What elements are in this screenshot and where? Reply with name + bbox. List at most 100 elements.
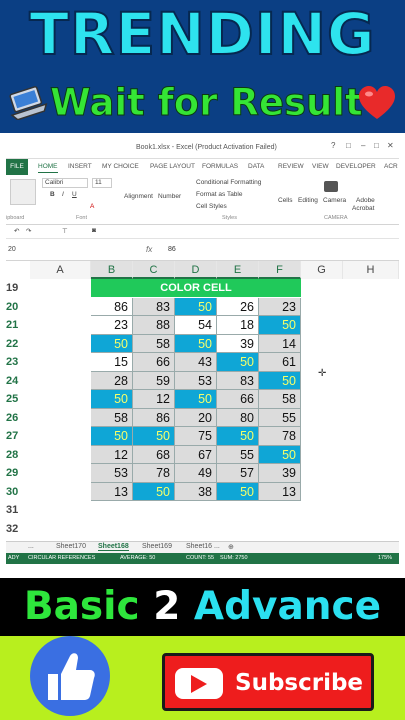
table-cell[interactable]: 83 — [217, 371, 259, 390]
table-cell[interactable]: 86 — [133, 408, 175, 427]
ribbon-options-button[interactable]: □ — [346, 141, 351, 150]
table-cell[interactable]: 13 — [91, 482, 133, 501]
table-cell[interactable]: 15 — [91, 353, 133, 372]
camera-icon[interactable] — [324, 181, 338, 192]
table-cell[interactable]: 80 — [217, 408, 259, 427]
sheet-tab-more[interactable]: ... — [28, 543, 34, 550]
table-cell[interactable]: 23 — [259, 297, 301, 316]
table-cell[interactable]: 50 — [91, 427, 133, 446]
row-header[interactable]: 29 — [6, 464, 30, 483]
table-cell[interactable]: 50 — [217, 482, 259, 501]
row-header[interactable]: 22 — [6, 335, 30, 354]
tab-home[interactable]: HOME — [38, 163, 58, 173]
acrobat-button[interactable]: Acrobat — [352, 205, 374, 212]
maximize-button[interactable]: □ — [374, 141, 379, 150]
row-header[interactable]: 26 — [6, 409, 30, 428]
row-header[interactable]: 27 — [6, 427, 30, 446]
add-sheet-button[interactable]: ⊕ — [228, 543, 234, 551]
table-cell[interactable]: 43 — [175, 353, 217, 372]
table-cell[interactable]: 50 — [91, 390, 133, 409]
camera-small-icon[interactable]: ◙ — [92, 227, 96, 234]
spreadsheet-grid[interactable]: A B C D E F G H 19 COLOR CELL 20 86 83 50 26 23 21 23 88 54… — [6, 261, 399, 553]
table-cell[interactable]: 55 — [259, 408, 301, 427]
bold-button[interactable]: B — [50, 191, 55, 198]
table-cell[interactable]: 53 — [91, 464, 133, 483]
table-cell[interactable]: 88 — [133, 316, 175, 335]
table-cell[interactable]: 39 — [217, 334, 259, 353]
table-cell[interactable]: 86 — [91, 297, 133, 316]
table-cell[interactable]: 26 — [217, 297, 259, 316]
tab-formulas[interactable]: FORMULAS — [202, 163, 238, 170]
tab-page-layout[interactable]: PAGE LAYOUT — [150, 163, 195, 170]
table-cell[interactable]: 59 — [133, 371, 175, 390]
format-as-table-button[interactable]: Format as Table — [196, 191, 242, 198]
tab-acrobat[interactable]: ACR — [384, 163, 398, 170]
table-cell[interactable]: 58 — [133, 334, 175, 353]
sheet-tab-168[interactable]: Sheet168 — [98, 543, 129, 551]
table-cell[interactable]: 50 — [259, 445, 301, 464]
font-size-select[interactable]: 11 — [92, 178, 112, 188]
table-cell[interactable]: 75 — [175, 427, 217, 446]
column-header-b[interactable]: B — [91, 261, 133, 279]
table-cell[interactable]: 83 — [133, 297, 175, 316]
subscribe-button[interactable]: Subscribe — [162, 653, 374, 711]
table-cell[interactable]: 50 — [133, 482, 175, 501]
table-cell[interactable]: 14 — [259, 334, 301, 353]
table-cell[interactable]: 50 — [259, 316, 301, 335]
table-cell[interactable]: 49 — [175, 464, 217, 483]
table-cell[interactable]: 13 — [259, 482, 301, 501]
filter-icon[interactable]: ⊤ — [62, 227, 68, 235]
table-cell[interactable]: 50 — [175, 297, 217, 316]
column-header-a[interactable]: A — [30, 261, 91, 279]
like-button[interactable] — [30, 636, 110, 716]
column-header-d[interactable]: D — [175, 261, 217, 279]
table-cell[interactable]: 50 — [133, 427, 175, 446]
row-header[interactable]: 28 — [6, 446, 30, 465]
table-cell[interactable]: 20 — [175, 408, 217, 427]
table-cell[interactable]: 57 — [217, 464, 259, 483]
alignment-group-button[interactable]: Alignment — [124, 193, 153, 200]
redo-icon[interactable]: ↷ — [26, 227, 31, 235]
table-cell[interactable]: 78 — [259, 427, 301, 446]
column-header-e[interactable]: E — [217, 261, 259, 279]
row-header[interactable]: 19 — [6, 279, 30, 298]
table-cell[interactable]: 67 — [175, 445, 217, 464]
table-cell[interactable]: 39 — [259, 464, 301, 483]
table-cell[interactable]: 50 — [91, 334, 133, 353]
table-cell[interactable]: 50 — [217, 353, 259, 372]
cells-button[interactable]: Cells — [278, 197, 292, 204]
table-cell[interactable]: 66 — [133, 353, 175, 372]
table-cell[interactable]: 12 — [91, 445, 133, 464]
table-cell[interactable]: 66 — [217, 390, 259, 409]
column-header-g[interactable]: G — [301, 261, 343, 279]
sheet-tab-170[interactable]: Sheet170 — [56, 543, 86, 550]
tab-file[interactable]: FILE — [6, 159, 28, 175]
table-cell[interactable]: 50 — [175, 390, 217, 409]
table-cell[interactable]: 61 — [259, 353, 301, 372]
conditional-formatting-button[interactable]: Conditional Formatting — [196, 179, 261, 186]
font-name-select[interactable]: Calibri — [42, 178, 88, 188]
paste-icon[interactable] — [10, 179, 36, 205]
status-circular-references[interactable]: CIRCULAR REFERENCES — [28, 555, 95, 561]
undo-icon[interactable]: ↶ — [14, 227, 19, 235]
fx-icon[interactable]: fx — [146, 245, 152, 254]
table-cell[interactable]: 55 — [217, 445, 259, 464]
help-button[interactable]: ? — [331, 141, 335, 150]
tab-insert[interactable]: INSERT — [68, 163, 92, 170]
table-cell[interactable]: 50 — [217, 427, 259, 446]
name-box[interactable]: 20 — [8, 246, 16, 253]
tab-view[interactable]: VIEW — [312, 163, 329, 170]
table-cell[interactable]: 58 — [259, 390, 301, 409]
adobe-button[interactable]: Adobe — [356, 197, 375, 204]
row-header[interactable]: 24 — [6, 372, 30, 391]
minimize-button[interactable]: – — [361, 141, 365, 150]
underline-button[interactable]: U — [72, 191, 77, 198]
sheet-tab-16x[interactable]: Sheet16 ... — [186, 543, 220, 550]
row-header[interactable]: 31 — [6, 501, 30, 520]
table-cell[interactable]: 50 — [175, 334, 217, 353]
tab-my-choice[interactable]: MY CHOICE — [102, 163, 139, 170]
table-cell[interactable]: 50 — [259, 371, 301, 390]
table-cell[interactable]: 28 — [91, 371, 133, 390]
table-cell[interactable]: 54 — [175, 316, 217, 335]
font-color-button[interactable]: A — [90, 203, 94, 210]
